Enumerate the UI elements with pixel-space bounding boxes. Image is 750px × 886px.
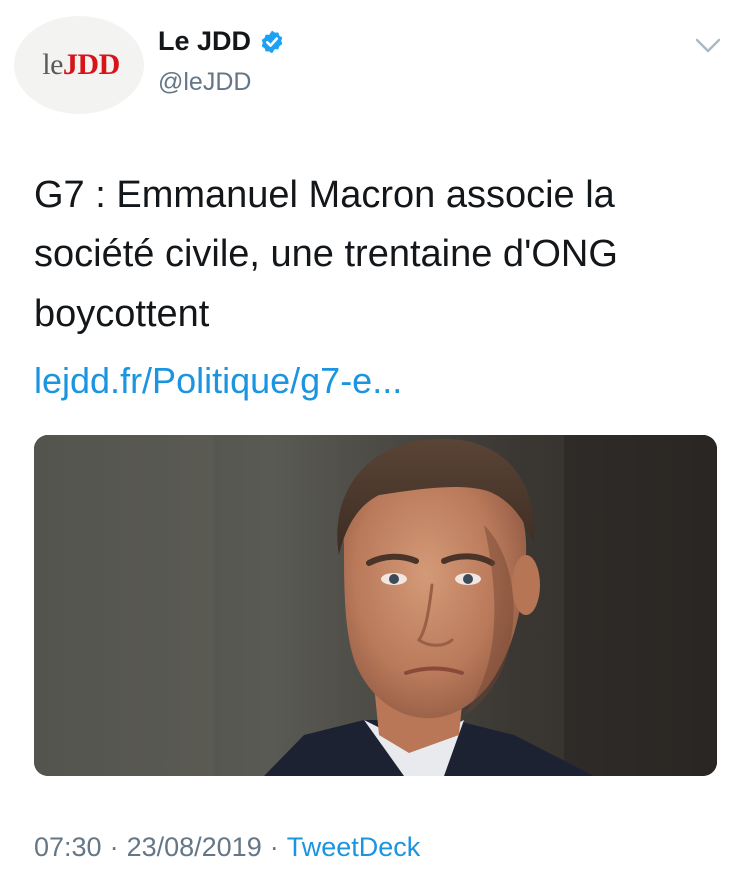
tweet-source-link[interactable]: TweetDeck: [287, 832, 421, 862]
tweet-text: G7 : Emmanuel Macron associe la société …: [34, 174, 618, 335]
tweet-link[interactable]: lejdd.fr/Politique/g7-e...: [34, 360, 402, 402]
verified-badge-icon: [261, 30, 283, 53]
author-name[interactable]: Le JDD: [158, 26, 251, 57]
logo-prefix: le: [42, 48, 63, 81]
avatar[interactable]: leJDD: [14, 16, 144, 114]
tweet-card: leJDD Le JDD @leJDD G7 : Emmanuel Macron…: [0, 0, 750, 886]
portrait-photo: [34, 435, 717, 776]
author-handle[interactable]: @leJDD: [158, 68, 251, 97]
meta-separator: ·: [269, 832, 279, 862]
tweet-meta: 07:30 · 23/08/2019 · TweetDeck: [34, 832, 420, 863]
tweet-date[interactable]: 23/08/2019: [127, 832, 262, 862]
tweet-time[interactable]: 07:30: [34, 832, 102, 862]
tweet-media-photo[interactable]: [34, 435, 717, 776]
chevron-down-icon[interactable]: [694, 36, 722, 56]
meta-separator: ·: [109, 832, 119, 862]
brand-logo: leJDD: [42, 50, 120, 80]
author-name-row[interactable]: Le JDD: [158, 26, 285, 57]
logo-brand: JDD: [62, 48, 120, 81]
